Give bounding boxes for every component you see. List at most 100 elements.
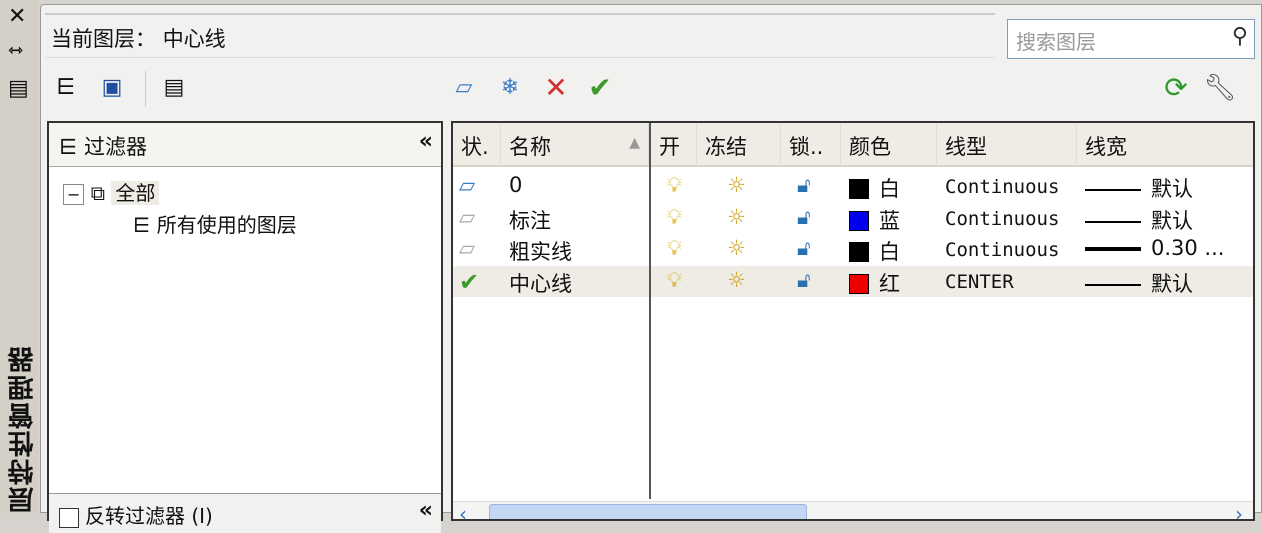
new-layer-icon[interactable]: ▱ xyxy=(447,71,481,105)
layer-states-manager-icon[interactable]: ▤ xyxy=(157,71,191,105)
filter-header: ⋿ 过滤器 « xyxy=(49,123,441,167)
color-cell[interactable]: 蓝 xyxy=(849,205,900,235)
layers-icon: ⧉ xyxy=(90,181,106,205)
lineweight-cell[interactable]: 默认 xyxy=(1085,268,1193,298)
color-cell[interactable]: 白 xyxy=(849,236,900,266)
layer-name[interactable]: 0 xyxy=(509,173,522,197)
color-swatch xyxy=(849,179,869,199)
sun-thawed-icon[interactable]: ☼ xyxy=(727,205,746,229)
invert-filter-checkbox[interactable] xyxy=(59,507,79,528)
color-cell[interactable]: 红 xyxy=(849,268,900,298)
lineweight-cell[interactable]: 默认 xyxy=(1085,173,1193,203)
current-check-icon[interactable]: ✔ xyxy=(459,268,479,296)
sun-thawed-icon[interactable]: ☼ xyxy=(727,268,746,292)
color-swatch xyxy=(849,242,869,262)
unlocked-icon[interactable]: 🔓︎ xyxy=(797,173,811,198)
tree-node-all[interactable]: − ⧉ 全部 xyxy=(63,177,160,206)
lightbulb-on-icon[interactable]: 💡︎ xyxy=(667,173,682,198)
palette-title: 层特性管理器 xyxy=(8,345,38,513)
set-current-icon[interactable]: ✔ xyxy=(583,71,617,105)
unlocked-icon[interactable]: 🔓︎ xyxy=(797,268,811,293)
properties-icon[interactable]: ▤ xyxy=(8,76,29,101)
layer-icon[interactable]: ▱ xyxy=(459,205,475,229)
layer-row[interactable]: ▱ 标注 💡︎ ☼ 🔓︎ 蓝 Continuous 默认 xyxy=(453,203,1253,234)
collapse-toggle-icon[interactable]: − xyxy=(63,184,85,205)
layer-row[interactable]: ▱ 0 💡︎ ☼ 🔓︎ 白 Continuous 默认 xyxy=(453,171,1253,202)
separator xyxy=(145,71,146,107)
current-layer: 当前图层： 中心线 xyxy=(51,23,226,53)
color-swatch xyxy=(849,273,869,294)
color-cell[interactable]: 白 xyxy=(849,173,900,203)
lightbulb-on-icon[interactable]: 💡︎ xyxy=(667,205,682,230)
unlocked-icon[interactable]: 🔓︎ xyxy=(797,205,811,230)
col-on[interactable]: 开 xyxy=(651,123,697,167)
current-layer-value: 中心线 xyxy=(162,27,226,51)
delete-layer-icon[interactable]: ✕ xyxy=(539,71,573,105)
new-property-filter-icon[interactable]: ⋿ xyxy=(49,71,83,105)
layer-name[interactable]: 中心线 xyxy=(509,268,572,298)
collapse-icon[interactable]: « xyxy=(419,129,433,154)
lineweight-sample xyxy=(1085,247,1141,251)
palette-strip: ✕ ⇿ ▤ 层特性管理器 xyxy=(0,0,38,513)
filter-icon: ⋿ xyxy=(59,135,84,159)
filter-title: 过滤器 xyxy=(83,135,147,159)
collapse-icon[interactable]: « xyxy=(419,498,433,523)
invert-filter[interactable]: 反转过滤器 (I) « xyxy=(49,493,441,533)
layer-name[interactable]: 标注 xyxy=(509,205,551,235)
layer-row[interactable]: ▱ 粗实线 💡︎ ☼ 🔓︎ 白 Continuous 0.30 ... xyxy=(453,234,1253,265)
new-layer-vp-frozen-icon[interactable]: ❄ xyxy=(493,71,527,105)
divider xyxy=(45,57,995,58)
frozen-column-divider[interactable] xyxy=(649,123,651,499)
linetype[interactable]: Continuous xyxy=(945,176,1059,198)
col-name-label: 名称 xyxy=(509,135,551,159)
layer-row[interactable]: ✔ 中心线 💡︎ ☼ 🔓︎ 红 CENTER 默认 xyxy=(453,265,1253,298)
col-freeze[interactable]: 冻结 xyxy=(697,123,781,167)
color-name: 白 xyxy=(879,240,900,264)
linetype[interactable]: Continuous xyxy=(945,239,1059,261)
lineweight-value: 默认 xyxy=(1151,208,1193,233)
color-swatch xyxy=(849,210,869,231)
layer-table: 状. 名称 ▲ 开 冻结 锁.. 颜色 线型 线宽 ▱ 0 💡︎ ☼ 🔓︎ 白 Continu… xyxy=(451,121,1255,521)
layer-icon[interactable]: ▱ xyxy=(459,236,475,260)
filter-icon: ⋿ xyxy=(133,213,151,237)
col-name[interactable]: 名称 ▲ xyxy=(501,123,649,167)
refresh-icon[interactable]: ⟳ xyxy=(1159,71,1193,105)
divider xyxy=(45,13,995,15)
layer-icon[interactable]: ▱ xyxy=(459,173,475,197)
color-name: 蓝 xyxy=(879,208,900,233)
lineweight-value: 默认 xyxy=(1151,271,1193,296)
layer-name[interactable]: 粗实线 xyxy=(509,236,572,266)
linetype[interactable]: Continuous xyxy=(945,208,1059,230)
lineweight-sample xyxy=(1085,220,1141,223)
settings-wrench-icon[interactable]: 🔧︎ xyxy=(1203,71,1237,105)
sort-asc-icon: ▲ xyxy=(629,135,640,151)
filter-panel: ⋿ 过滤器 « − ⧉ 全部 ⋿ 所有使用的图层 反转过滤器 (I) « xyxy=(47,121,443,533)
col-status[interactable]: 状. xyxy=(453,123,501,167)
lightbulb-on-icon[interactable]: 💡︎ xyxy=(667,236,682,261)
sun-thawed-icon[interactable]: ☼ xyxy=(727,173,746,197)
new-group-filter-icon[interactable]: ▣ xyxy=(95,71,129,105)
color-name: 红 xyxy=(879,271,900,296)
scroll-right-icon[interactable]: › xyxy=(1235,502,1243,519)
color-name: 白 xyxy=(879,177,900,201)
lineweight-sample xyxy=(1085,189,1141,191)
scroll-left-icon[interactable]: ‹ xyxy=(459,502,467,519)
col-linetype[interactable]: 线型 xyxy=(937,123,1077,167)
lineweight-cell[interactable]: 0.30 ... xyxy=(1085,236,1224,260)
sun-thawed-icon[interactable]: ☼ xyxy=(727,236,746,260)
horizontal-scrollbar[interactable]: ‹ › xyxy=(453,501,1253,519)
search-icon[interactable]: ⚲ xyxy=(1232,24,1248,49)
tree-node-used[interactable]: ⋿ 所有使用的图层 xyxy=(133,209,297,238)
col-lineweight[interactable]: 线宽 xyxy=(1077,123,1253,167)
search-layer-input[interactable]: 搜索图层 ⚲ xyxy=(1007,19,1255,59)
current-layer-label: 当前图层： xyxy=(51,27,156,51)
lightbulb-on-icon[interactable]: 💡︎ xyxy=(667,268,682,293)
col-color[interactable]: 颜色 xyxy=(841,123,937,167)
close-icon[interactable]: ✕ xyxy=(8,4,26,29)
lineweight-sample xyxy=(1085,283,1141,286)
linetype[interactable]: CENTER xyxy=(945,271,1014,293)
autohide-icon[interactable]: ⇿ xyxy=(8,40,23,61)
unlocked-icon[interactable]: 🔓︎ xyxy=(797,236,811,261)
lineweight-cell[interactable]: 默认 xyxy=(1085,205,1193,235)
col-lock[interactable]: 锁.. xyxy=(781,123,841,167)
